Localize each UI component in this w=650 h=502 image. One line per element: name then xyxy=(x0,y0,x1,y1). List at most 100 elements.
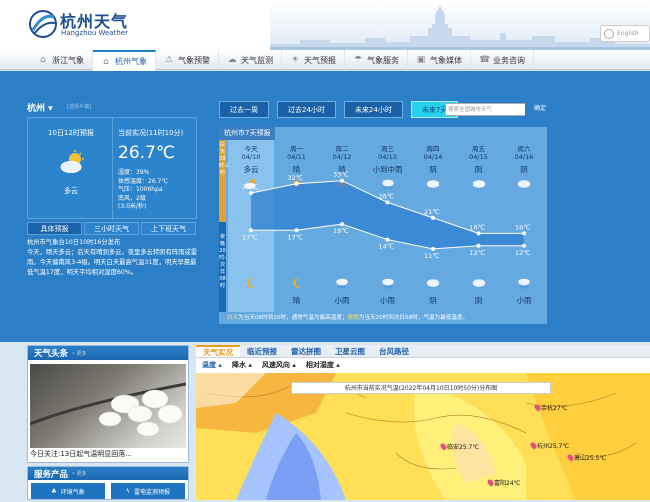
tab-detail-forecast[interactable]: 具体预报 xyxy=(27,222,82,235)
low-temp-point xyxy=(476,243,481,248)
low-temp-label: 14℃ xyxy=(379,243,395,251)
tab-typhoon[interactable]: 台风路径 xyxy=(372,345,416,357)
nav-item-5[interactable]: ☂ 气象服务 xyxy=(345,50,408,70)
nav-label: 气象预警 xyxy=(178,55,210,65)
tab-commute[interactable]: 上下班天气 xyxy=(141,222,196,235)
map-pin[interactable]: 余杭27℃ xyxy=(533,403,567,412)
low-temp-point xyxy=(385,237,390,242)
map-pin[interactable]: 萧山25.5℃ xyxy=(566,453,606,462)
past-24h-button[interactable]: 过去24小时 xyxy=(277,101,336,118)
low-temp-label: 19℃ xyxy=(333,227,349,235)
range-buttons: 过去一周 过去24小时 未来24小时 未来7天 xyxy=(219,101,459,118)
low-temp-point xyxy=(431,246,435,251)
low-temp-label: 11℃ xyxy=(424,252,440,260)
city-name[interactable]: 杭州 ▾ xyxy=(27,101,53,114)
subtab-humidity[interactable]: 相对湿度 ▴ xyxy=(306,360,340,370)
nav-item-0[interactable]: ⌂ 浙江气象 xyxy=(30,50,93,70)
media-icon: ▣ xyxy=(416,55,426,65)
header: 杭州天气 Hangzhou Weather English xyxy=(0,0,650,50)
warning-icon: ⚠ xyxy=(164,55,174,65)
environment-weather-button[interactable]: ♣ 环境气象 xyxy=(31,483,105,499)
services-more-link[interactable]: • 更多 xyxy=(72,470,87,477)
nav-item-4[interactable]: ☀ 天气预报 xyxy=(282,50,345,70)
lightning-forecast-button[interactable]: ϟ 雷电监测预报 xyxy=(111,483,185,499)
high-temp-point xyxy=(385,200,390,205)
nav-label: 气象服务 xyxy=(367,55,399,65)
subtab-precipitation[interactable]: 降水 ▴ xyxy=(232,360,252,370)
live-details: 湿度：39% 体感温度：26.7℃ 气压：1006hpa 南风，2级 (3.0米… xyxy=(118,169,168,212)
high-temp-point xyxy=(476,231,481,236)
high-temp-label: 16℃ xyxy=(470,223,486,231)
home-icon: ⌂ xyxy=(103,56,109,67)
nav-item-7[interactable]: ☎ 业务咨询 xyxy=(471,50,534,70)
high-temp-label: 29℃ xyxy=(242,183,258,191)
headlines-title: 天气头条 xyxy=(34,349,69,359)
humidity: 湿度：39% xyxy=(118,169,150,176)
headline-caption[interactable]: 今日关注:13日起气温明显回落... xyxy=(30,449,132,459)
map-title: 杭州市当前实况气温(2022年04月10日10时50分)分布图 xyxy=(291,382,551,394)
nav-item-3[interactable]: ☁ 天气监测 xyxy=(219,50,282,70)
select-town-link[interactable]: [选择乡镇] xyxy=(67,103,91,110)
wind: 南风，2级 xyxy=(118,194,146,202)
wind-speed: (3.0米/秒) xyxy=(118,203,147,210)
subtab-temperature[interactable]: 温度 ▴ xyxy=(202,360,222,370)
services-title: 服务产品 xyxy=(34,469,69,480)
forecast-note: 白天为当天08时到20时，通常气温为最高温度；夜晚为当天20时到次日08时，气温… xyxy=(227,315,469,321)
high-temp-label: 16℃ xyxy=(515,223,531,231)
temperature-curves: 29℃ 32℃ 33℃ 26℃ 21℃ 16℃ 16℃ 17℃ 17℃ 19℃ 14℃ 11℃ 12℃ 1… xyxy=(242,171,531,260)
tab-three-hour[interactable]: 三小时天气 xyxy=(84,222,139,235)
tab-satellite[interactable]: 卫星云图 xyxy=(328,345,372,357)
forecast-condition: 多云 xyxy=(64,187,78,195)
city-skyline-illustration xyxy=(270,6,650,50)
tab-nowcast[interactable]: 临近预报 xyxy=(240,345,284,357)
headline-photo[interactable] xyxy=(29,364,187,448)
service-icon: ☂ xyxy=(353,55,363,65)
low-temp-point xyxy=(340,222,344,227)
high-temp-point xyxy=(431,215,435,220)
high-temp-label: 32℃ xyxy=(288,174,304,182)
low-temp-point xyxy=(249,228,253,233)
nav-item-2[interactable]: ⚠ 气象预警 xyxy=(156,50,219,70)
cloud-sun-icon xyxy=(60,150,84,173)
nav-label: 天气预报 xyxy=(304,55,336,65)
weather-headlines: 天气头条 • 更多 今日关注:13日起气温明显回落... xyxy=(27,345,189,463)
high-temp-label: 33℃ xyxy=(333,171,349,179)
city-search: 搜索全国城市天气 确定 xyxy=(445,103,555,116)
map-pin[interactable]: 杭州25.7℃ xyxy=(529,441,569,450)
headlines-more-link[interactable]: • 更多 xyxy=(72,350,87,357)
map-pin[interactable]: 临安25.7℃ xyxy=(439,442,479,451)
high-temp-point xyxy=(340,178,344,183)
language-switch[interactable]: English xyxy=(600,25,650,42)
nav-label: 天气监测 xyxy=(241,55,273,65)
past-week-button[interactable]: 过去一周 xyxy=(219,101,269,118)
blossom-image xyxy=(29,382,187,437)
nav-item-1[interactable]: ⌂ 杭州气象 xyxy=(93,50,156,71)
consult-icon: ☎ xyxy=(479,55,491,65)
high-temp-label: 26℃ xyxy=(379,192,395,200)
forecast-description: 杭州市气象台10日10时16分发布 今天，晴天多云；后天有晴到多云，夜里多云转阴有… xyxy=(27,239,198,276)
tab-radar[interactable]: 雷达拼图 xyxy=(284,345,328,357)
search-input[interactable]: 搜索全国城市天气 xyxy=(446,104,525,115)
tree-icon: ♣ xyxy=(51,487,57,495)
nav-label: 气象媒体 xyxy=(430,55,462,65)
low-temp-label: 12℃ xyxy=(515,249,531,257)
lightning-icon: ϟ xyxy=(126,487,130,495)
low-temp-point xyxy=(294,228,299,233)
feels-like: 体感温度：26.7℃ xyxy=(118,177,169,185)
map-pin[interactable]: 富阳24℃ xyxy=(486,478,520,487)
monitor-icon: ☁ xyxy=(227,55,237,65)
pressure: 气压：1006hpa xyxy=(118,186,163,193)
forecast-icon: ☀ xyxy=(290,55,300,65)
main-nav: ⌂ 浙江气象 ⌂ 杭州气象 ⚠ 气象预警 ☁ 天气监测 ☀ 天气预报 ☂ 气象服务 ▣ 气象媒体 ☎ 业务咨询 xyxy=(0,50,650,71)
high-temp-point xyxy=(294,181,299,186)
nav-item-6[interactable]: ▣ 气象媒体 xyxy=(408,50,471,70)
high-temp-point xyxy=(522,231,526,236)
subtab-wind[interactable]: 风速风向 ▴ xyxy=(262,360,296,370)
nav-label: 业务咨询 xyxy=(493,55,525,65)
high-temp-label: 21℃ xyxy=(424,208,440,216)
low-temp-label: 12℃ xyxy=(470,249,486,257)
tab-live[interactable]: 天气实况 xyxy=(196,345,240,357)
globe-icon xyxy=(604,28,614,39)
next-24h-button[interactable]: 未来24小时 xyxy=(343,101,403,118)
search-button[interactable]: 确定 xyxy=(525,103,555,116)
